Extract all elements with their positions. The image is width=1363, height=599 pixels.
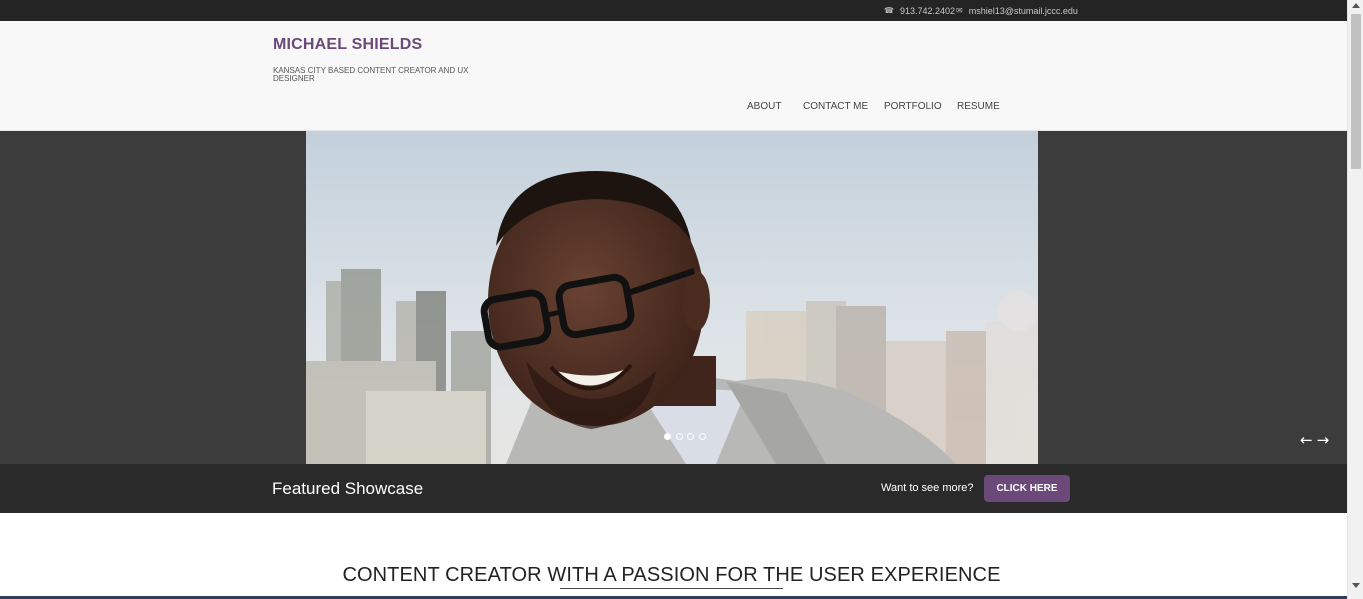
top-contact-bar: ☎ 913.742.2402 ✉ mshiel13@stumail.jccc.e… [0,0,1347,21]
nav-contact-me[interactable]: CONTACT ME [803,101,868,112]
hero-slider: ← → [0,131,1347,464]
nav-resume[interactable]: RESUME [957,101,1000,112]
vertical-scrollbar[interactable] [1347,0,1363,599]
slide-dot-2[interactable] [675,433,683,440]
slide-image-portrait [306,131,1038,464]
headline-underline [560,588,783,589]
envelope-icon: ✉ [956,6,963,15]
slider-arrows: ← → [1300,433,1333,448]
phone-contact[interactable]: ☎ 913.742.2402 [884,0,955,21]
arrow-left-icon[interactable]: ← [1300,433,1313,448]
main-headline: CONTENT CREATOR WITH A PASSION FOR THE U… [342,564,1001,586]
phone-number: 913.742.2402 [899,5,956,16]
scrollbar-thumb[interactable] [1351,14,1361,169]
slide-indicators [664,433,710,440]
arrow-right-icon[interactable]: → [1317,433,1330,448]
featured-question: Want to see more? [881,482,974,494]
email-contact[interactable]: ✉ mshiel13@stumail.jccc.edu [956,0,1078,21]
page: ☎ 913.742.2402 ✉ mshiel13@stumail.jccc.e… [0,0,1347,599]
nav-about[interactable]: ABOUT [747,101,781,112]
site-header: MICHAEL SHIELDS KANSAS CITY BASED CONTEN… [0,21,1347,131]
nav-portfolio[interactable]: PORTFOLIO [884,101,942,112]
featured-title: Featured Showcase [272,479,424,498]
slide-dot-4[interactable] [698,433,706,440]
scroll-down-arrow-icon[interactable] [1352,583,1360,588]
email-address: mshiel13@stumail.jccc.edu [968,5,1078,16]
site-tagline: KANSAS CITY BASED CONTENT CREATOR AND UX… [273,66,469,83]
scroll-up-arrow-icon[interactable] [1352,3,1360,8]
featured-showcase-bar: Featured Showcase Want to see more? CLIC… [0,464,1347,513]
slide-dot-1[interactable] [664,433,671,440]
site-title[interactable]: MICHAEL SHIELDS [273,36,422,54]
click-here-button[interactable]: CLICK HERE [984,475,1070,502]
slide-dot-3[interactable] [687,433,694,440]
phone-icon: ☎ [884,6,894,15]
